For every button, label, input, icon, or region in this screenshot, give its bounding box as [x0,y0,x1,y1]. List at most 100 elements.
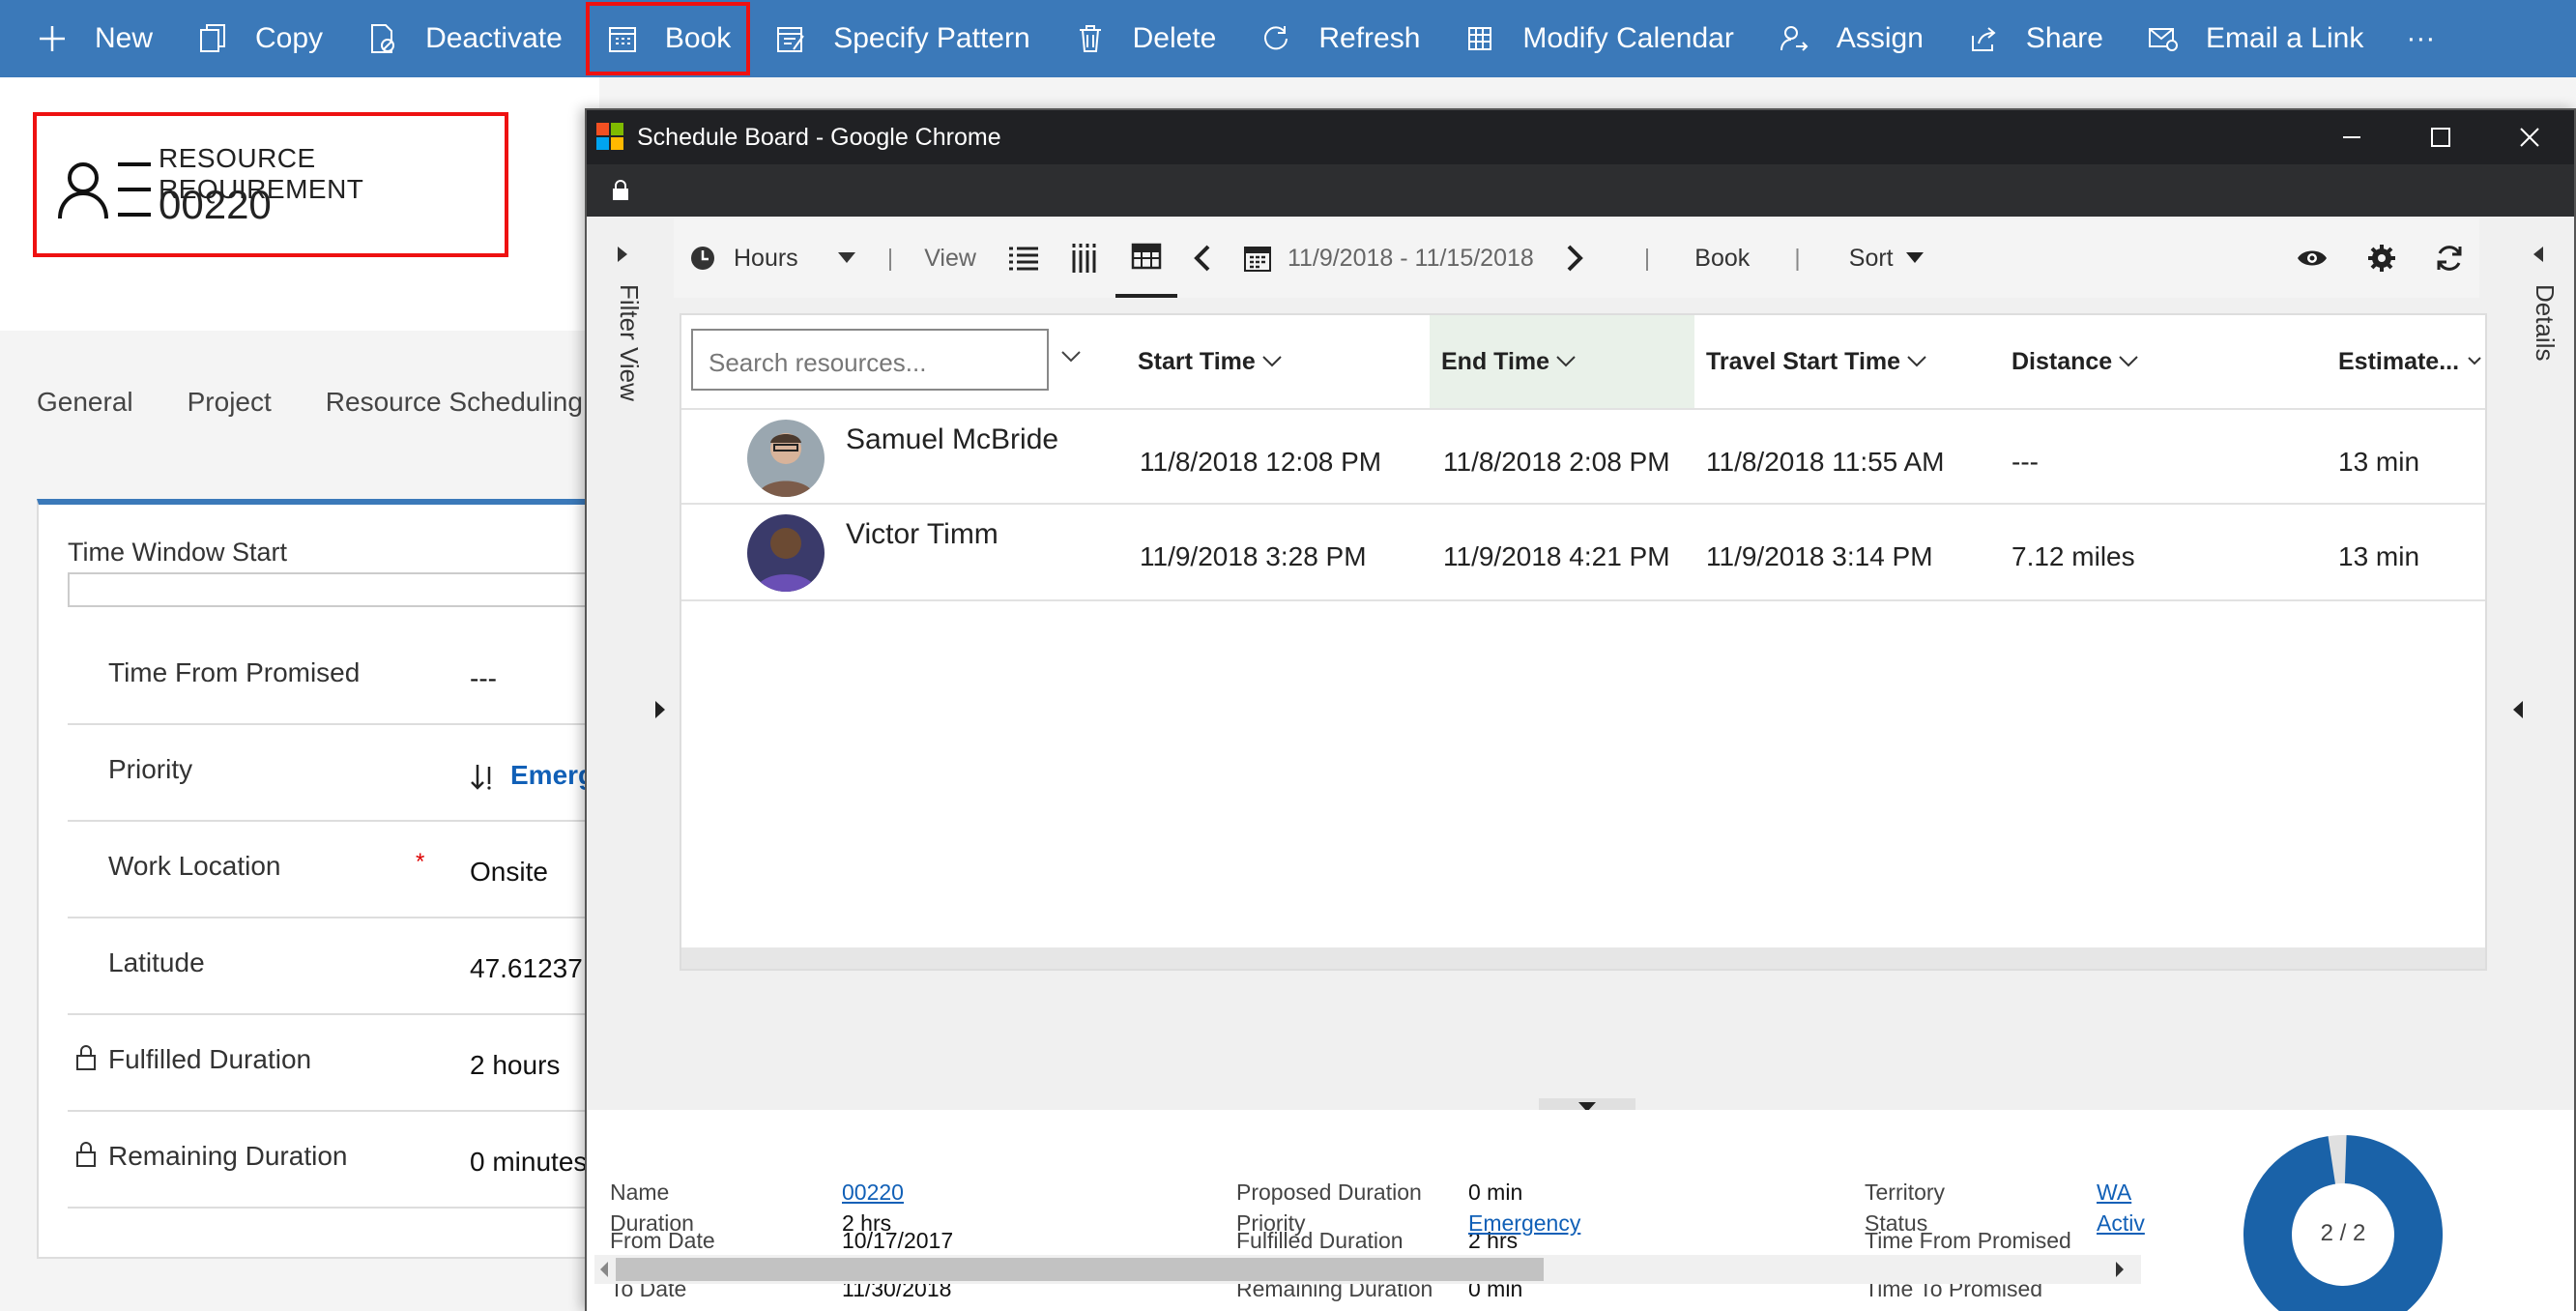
assign-icon [1777,21,1811,56]
previous-button[interactable] [1177,218,1228,298]
list-view-button[interactable] [992,218,1056,298]
col-distance[interactable]: Distance [2000,315,2327,408]
minimize-button[interactable] [2307,110,2396,164]
search-resources-input[interactable]: Search resources... [691,329,1049,391]
microsoft-logo-icon [596,123,623,150]
chevron-down-icon[interactable] [1060,350,1082,364]
share-icon [1966,21,2001,56]
requirement-name-link[interactable]: 00220 [842,1180,904,1206]
more-commands-button[interactable]: ··· [2385,0,2456,77]
hours-dropdown[interactable]: Hours [674,218,872,298]
record-header: RESOURCE REQUIREMENT 00220 [33,112,508,257]
share-button[interactable]: Share [1945,0,2125,77]
email-a-link-button[interactable]: Email a Link [2125,0,2385,77]
book-button[interactable]: Book [584,0,752,77]
close-button[interactable] [2485,110,2574,164]
schedule-board-window: Schedule Board - Google Chrome Filter Vi… [585,108,2576,1311]
sort-down-icon [471,764,491,790]
trash-icon [1073,21,1108,56]
form-section: Time Window Start Time From Promised ---… [37,499,626,1259]
modify-calendar-button[interactable]: Modify Calendar [1441,0,1754,77]
date-picker-button[interactable]: 11/9/2018 - 11/15/2018 [1228,218,1549,298]
col-travel-start-time[interactable]: Travel Start Time [1694,315,2000,408]
chevron-down-icon [2119,356,2138,367]
deactivate-button[interactable]: Deactivate [344,0,584,77]
command-bar: New Copy Deactivate Book Specify Pattern… [0,0,2576,77]
visibility-button[interactable] [2280,218,2344,298]
clock-icon [691,247,714,270]
assign-button[interactable]: Assign [1755,0,1945,77]
chevron-right-icon [618,247,627,262]
settings-button[interactable] [2344,218,2419,298]
tab-project[interactable]: Project [188,387,272,418]
field-fulfilled-duration: Fulfilled Duration 2 hours [68,1017,609,1112]
refresh-button[interactable]: Refresh [1237,0,1441,77]
status-link[interactable]: Activ [2097,1210,2145,1237]
lock-icon [76,1045,96,1070]
avatar [747,514,825,592]
field-remaining-duration: Remaining Duration 0 minutes [68,1114,609,1209]
form-tabs: General Project Resource Scheduling C [37,387,610,418]
next-button[interactable] [1549,218,1600,298]
details-bottom: Duration 2 hrs Priority Emergency Status… [585,1209,2576,1311]
chevron-down-icon [2468,357,2481,365]
columns-icon [1072,244,1096,273]
field-work-location: Work Location * Onsite [68,824,609,918]
date-range: 11/9/2018 - 11/15/2018 [1287,244,1534,272]
book-toolbar-button[interactable]: Book [1665,218,1779,298]
col-estimate[interactable]: Estimate... [2327,315,2485,408]
time-window-start-input[interactable] [68,572,609,607]
lock-icon [76,1142,96,1167]
calendar-icon [1243,247,1271,272]
eye-icon [2298,250,2327,266]
scrollbar-thumb[interactable] [616,1258,1544,1281]
resource-name: Samuel McBride [846,423,1059,455]
copy-button[interactable]: Copy [174,0,344,77]
grid-scrollbar[interactable] [681,947,2485,969]
window-title-bar: Schedule Board - Google Chrome [587,110,2574,164]
col-end-time[interactable]: End Time [1430,315,1694,408]
refresh-board-button[interactable] [2419,218,2479,298]
priority-link[interactable]: Emergency [1468,1210,1580,1237]
filter-view-panel[interactable]: Filter View [587,217,672,1110]
sort-dropdown[interactable]: Sort [1816,218,1940,298]
chevron-down-icon [1556,356,1576,367]
resource-grid: Search resources... Start Time End Time … [680,313,2487,971]
chevron-left-icon [2533,247,2543,262]
specify-pattern-button[interactable]: Specify Pattern [752,0,1051,77]
chevron-right-icon[interactable] [654,700,666,719]
territory-link[interactable]: WA [2097,1180,2131,1206]
field-time-from-promised: Time From Promised --- [68,630,609,725]
chevron-right-icon [1567,245,1583,272]
record-number: 00220 [159,182,272,227]
tab-general[interactable]: General [37,387,133,418]
filter-view-label: Filter View [615,284,644,401]
chevron-left-icon[interactable] [2512,700,2524,719]
table-row[interactable]: Victor Timm 11/9/2018 3:28 PM 11/9/2018 … [681,505,2485,601]
resource-requirement-icon [58,162,151,219]
grid-view-button[interactable] [1114,218,1177,298]
grid-icon [1462,21,1497,56]
view-label: View [924,244,976,272]
delete-button[interactable]: Delete [1052,0,1238,77]
vertical-view-button[interactable] [1056,218,1115,298]
refresh-icon [1259,21,1293,56]
col-start-time[interactable]: Start Time [1126,315,1430,408]
board-toolbar: Hours | View 11/9/2018 - 11/15/2018 | Bo… [674,218,2479,298]
time-window-start-label: Time Window Start [68,538,288,567]
pattern-icon [773,21,808,56]
gear-icon [2368,245,2395,272]
table-row[interactable]: Samuel McBride 11/8/2018 12:08 PM 11/8/2… [681,408,2485,505]
tab-resource-scheduling[interactable]: Resource Scheduling C [326,387,610,418]
schedule-board: Filter View Hours | View 11/9/2018 - 11/… [587,217,2574,1116]
details-scrollbar[interactable] [594,1255,2141,1284]
chevron-left-icon [600,1262,608,1277]
maximize-button[interactable] [2396,110,2485,164]
caret-down-icon [837,252,855,263]
details-panel[interactable]: Details [2512,217,2574,1110]
new-button[interactable]: New [14,0,174,77]
resource-name: Victor Timm [846,518,999,550]
copy-icon [195,21,230,56]
chevron-left-icon [1194,245,1210,272]
avatar [747,420,825,497]
